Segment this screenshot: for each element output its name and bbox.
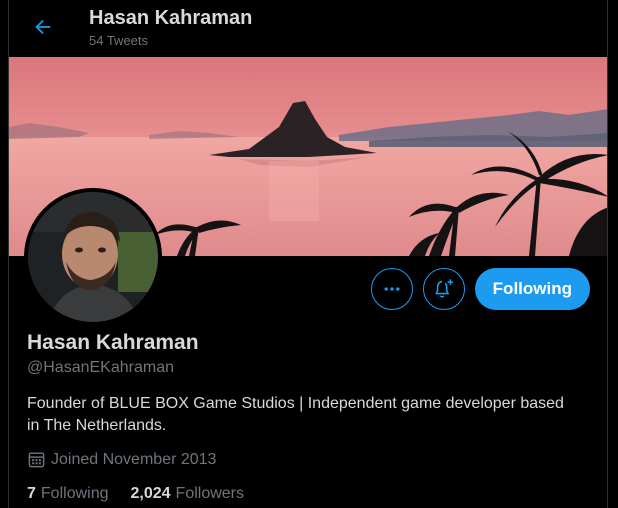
profile-actions: Following (361, 268, 590, 310)
profile-stats: 7 Following 2,024 Followers (27, 485, 266, 503)
profile-header: Hasan Kahraman 54 Tweets (9, 0, 607, 56)
profile-bio: Founder of BLUE BOX Game Studios | Indep… (27, 395, 564, 434)
more-horizontal-icon (384, 287, 400, 291)
following-label: Following (40, 485, 109, 502)
arrow-left-icon (35, 19, 51, 35)
profile-column: Hasan Kahraman 54 Tweets Following Hasan… (8, 0, 608, 508)
following-count: 7 (27, 485, 36, 502)
calendar-icon (27, 450, 46, 469)
notifications-button[interactable] (422, 268, 465, 310)
profile-handle: @HasanEKahraman (27, 359, 174, 376)
bell-plus-icon (435, 279, 453, 298)
followers-count: 2,024 (130, 485, 171, 502)
avatar[interactable] (24, 188, 162, 326)
following-link[interactable]: 7 Following (27, 485, 109, 503)
tweet-count: 54 Tweets (89, 33, 149, 48)
header-title: Hasan Kahraman (89, 7, 253, 29)
more-button[interactable] (370, 268, 413, 310)
following-button[interactable]: Following (474, 268, 590, 310)
followers-link[interactable]: 2,024 Followers (131, 485, 245, 503)
followers-label: Followers (175, 485, 245, 502)
joined-date: Joined November 2013 (27, 450, 216, 469)
joined-text: Joined November 2013 (51, 450, 217, 468)
back-button[interactable] (29, 13, 57, 41)
profile-name: Hasan Kahraman (27, 331, 199, 354)
